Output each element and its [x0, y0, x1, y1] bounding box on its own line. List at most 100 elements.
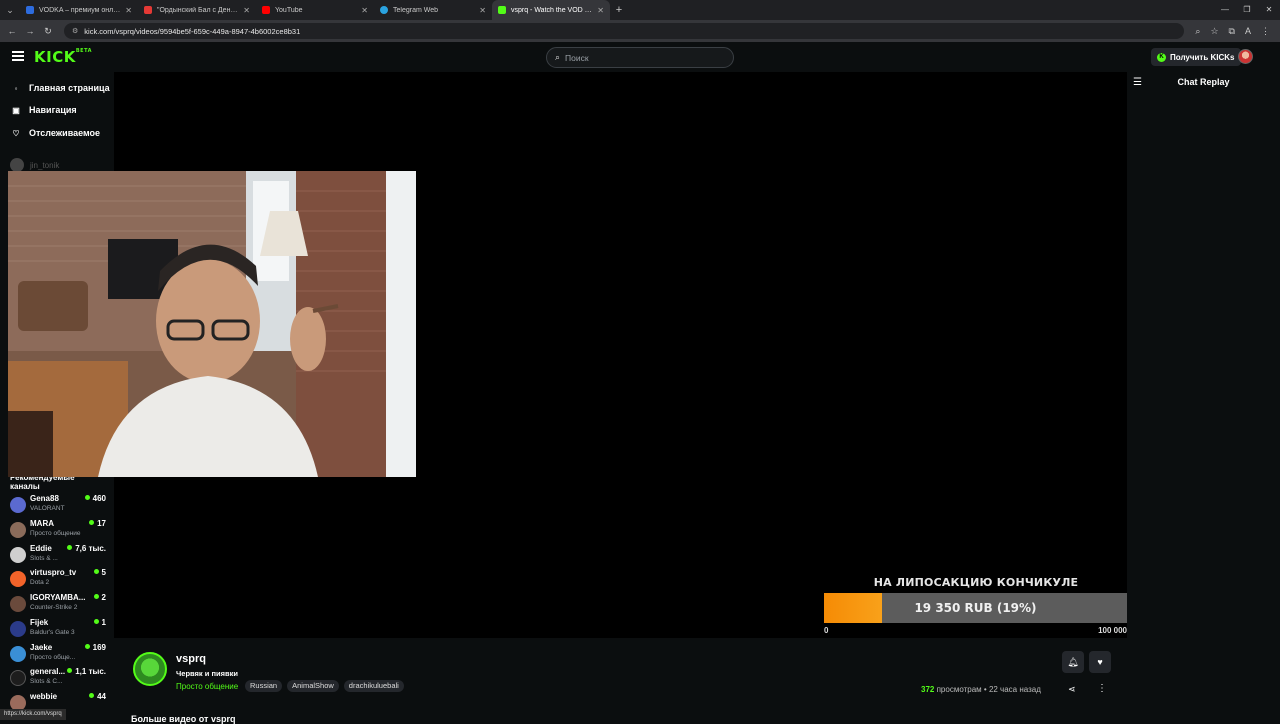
close-icon[interactable]: ✕: [479, 6, 486, 15]
avatar: [10, 158, 24, 172]
back-arrow-icon[interactable]: ←: [6, 26, 18, 36]
channel-category: Baldur's Gate 3: [30, 629, 75, 636]
browser-tab[interactable]: "Ордынский Бал с Денисом Д ✕: [138, 0, 256, 20]
webcam-scene-illustration: [8, 171, 416, 477]
logo-badge: BETA: [75, 48, 92, 54]
category-link[interactable]: Просто общение: [176, 682, 238, 691]
sidebar-item-home[interactable]: ◦ Главная страница: [10, 83, 110, 93]
channel-category: Slots & C...: [30, 678, 63, 685]
recommended-channel-item[interactable]: MARA Просто общение 17: [10, 519, 106, 543]
sidebar-item-label: Навигация: [29, 105, 77, 115]
channel-name: virtuspro_tv: [30, 568, 77, 577]
close-icon[interactable]: ✕: [125, 6, 132, 15]
bookmark-star-icon[interactable]: ☆: [1210, 26, 1218, 37]
viewer-count: 1: [94, 618, 106, 627]
close-icon[interactable]: ✕: [243, 6, 250, 15]
browser-tab[interactable]: VODKA – премиум онлайн-ка ✕: [20, 0, 138, 20]
browser-menu-icon[interactable]: ⋮: [1261, 26, 1270, 37]
close-window-icon[interactable]: ✕: [1258, 0, 1280, 20]
chat-replay-title: Chat Replay: [1177, 77, 1230, 87]
tag-chip[interactable]: Russian: [245, 680, 283, 692]
viewer-count: 5: [94, 568, 106, 577]
channel-name: Jaeke: [30, 643, 53, 652]
sidebar-item-browse[interactable]: ▣ Навигация: [10, 105, 77, 115]
sidebar-item-label: Главная страница: [29, 83, 110, 93]
extensions-icon[interactable]: ⧉: [1229, 26, 1235, 37]
user-avatar[interactable]: [1238, 49, 1253, 64]
profile-icon[interactable]: A: [1245, 26, 1251, 36]
webcam-video-image: [8, 171, 416, 477]
stream-info-panel: [114, 638, 1127, 720]
view-count-number: 372: [921, 685, 935, 694]
logo-text: KICK: [34, 48, 76, 66]
view-count-label: просмотрам: [936, 685, 982, 694]
tab-title: vsprq - Watch the VOD on Kick: [511, 6, 593, 14]
search-icon: ⌕: [555, 52, 561, 62]
heart-icon: ♥: [1097, 657, 1103, 667]
channel-category: Slots & ...: [30, 555, 58, 562]
donation-max-label: 100 000: [1098, 626, 1127, 635]
view-count: 372 просмотрам • 22 часа назад: [921, 685, 1041, 694]
recommended-channel-item[interactable]: virtuspro_tv Dota 2 5: [10, 568, 106, 592]
tag-list: Russian AnimalShow drachikuluebali: [245, 680, 404, 692]
avatar: [10, 522, 26, 538]
viewer-count: 460: [85, 494, 106, 503]
more-options-icon[interactable]: ⋮: [1097, 683, 1107, 694]
channel-name: jin_tonik: [30, 160, 60, 170]
menu-hamburger-icon[interactable]: [12, 51, 24, 61]
tag-chip[interactable]: AnimalShow: [287, 680, 339, 692]
tab-title: Telegram Web: [393, 6, 439, 14]
url-text: kick.com/vsprq/videos/9594be5f-659c-449a…: [84, 26, 301, 36]
tab-search-button[interactable]: ⌄: [0, 0, 20, 20]
minimize-icon[interactable]: —: [1214, 0, 1236, 20]
tab-favicon: [262, 6, 270, 14]
notification-bell-button[interactable]: 🔔︎: [1062, 651, 1084, 673]
time-ago: 22 часа назад: [988, 685, 1041, 694]
tab-title: "Ордынский Бал с Денисом Д: [157, 6, 239, 14]
sidebar-item-following[interactable]: ♡ Отслеживаемое: [10, 128, 100, 138]
window-controls: — ❐ ✕: [1214, 0, 1280, 20]
new-tab-button[interactable]: +: [610, 4, 628, 16]
channel-name: webbie: [30, 692, 58, 701]
channel-name: general...: [30, 667, 66, 676]
recommended-channel-item[interactable]: IGORYAMBA... Counter-Strike 2 2: [10, 593, 106, 617]
reload-icon[interactable]: ↻: [42, 26, 54, 37]
site-info-icon[interactable]: ⚙: [72, 27, 78, 35]
heart-icon: ♡: [12, 128, 20, 138]
share-icon[interactable]: ⋖: [1068, 684, 1076, 695]
recommended-channel-item[interactable]: Eddie Slots & ... 7,6 тыс.: [10, 544, 106, 568]
recommended-channel-item[interactable]: Gena88 VALORANT 460: [10, 494, 106, 518]
zoom-icon[interactable]: ⌕: [1195, 26, 1200, 37]
bell-icon: 🔔︎: [1067, 657, 1079, 667]
recommended-channel-item[interactable]: Jaeke Просто обще... 169: [10, 643, 106, 667]
close-icon[interactable]: ✕: [597, 6, 604, 15]
viewer-count: 1,1 тыс.: [67, 667, 106, 676]
browser-tab[interactable]: YouTube ✕: [256, 0, 374, 20]
address-bar[interactable]: ⚙ kick.com/vsprq/videos/9594be5f-659c-44…: [64, 23, 1184, 39]
get-kicks-label: Получить KICKs: [1170, 52, 1235, 62]
donation-min-label: 0: [824, 626, 829, 635]
streamer-avatar[interactable]: [133, 652, 167, 686]
channel-category: Counter-Strike 2: [30, 604, 78, 611]
follow-heart-button[interactable]: ♥: [1089, 651, 1111, 673]
restore-icon[interactable]: ❐: [1236, 0, 1258, 20]
browser-tab-active[interactable]: vsprq - Watch the VOD on Kick ✕: [492, 0, 610, 20]
close-icon[interactable]: ✕: [361, 6, 368, 15]
tab-favicon: [26, 6, 34, 14]
streamer-name[interactable]: vsprq: [176, 653, 206, 665]
get-kicks-button[interactable]: K Получить KICKs: [1151, 48, 1241, 66]
recommended-channel-item[interactable]: general... Slots & C... 1,1 тыс.: [10, 667, 106, 691]
kick-logo[interactable]: KICKBETA: [34, 48, 92, 66]
avatar: [10, 670, 26, 686]
tag-chip[interactable]: drachikuluebali: [343, 680, 404, 692]
recommended-channel-item[interactable]: Fijek Baldur's Gate 3 1: [10, 618, 106, 642]
channel-name: MARA: [30, 519, 54, 528]
search-input[interactable]: ⌕ Поиск: [546, 47, 734, 68]
browser-tab[interactable]: Telegram Web ✕: [374, 0, 492, 20]
channel-category: Просто общение: [30, 530, 81, 537]
forward-arrow-icon[interactable]: →: [24, 26, 36, 36]
kicks-coin-icon: K: [1157, 52, 1166, 62]
status-bar-url: https://kick.com/vsprq: [0, 709, 66, 720]
followed-channel-item[interactable]: jin_tonik: [10, 158, 59, 172]
tab-favicon: [144, 6, 152, 14]
